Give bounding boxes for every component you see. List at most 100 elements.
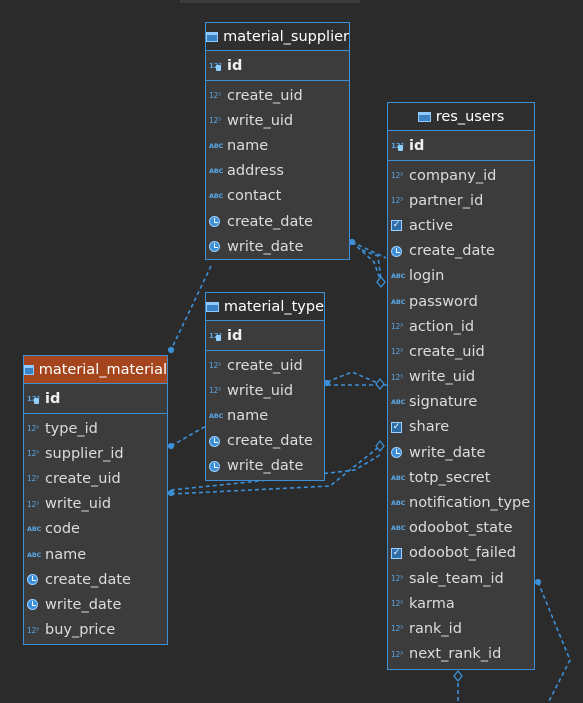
column-row[interactable]: 12³ partner_id xyxy=(388,188,534,213)
column-row[interactable]: create_date xyxy=(388,239,534,264)
column-row[interactable]: 12³ write_uid xyxy=(388,365,534,390)
column-name: write_uid xyxy=(227,382,294,399)
table-header[interactable]: res_users xyxy=(388,103,534,131)
number-type-icon: 12³ xyxy=(209,116,221,126)
column-row[interactable]: 12³ write_uid xyxy=(24,492,167,517)
column-row[interactable]: 12³ create_uid xyxy=(24,466,167,491)
primary-key-row[interactable]: 12³ id xyxy=(206,321,324,351)
column-row[interactable]: ABC address xyxy=(206,159,349,184)
table-header[interactable]: material_supplier xyxy=(206,23,349,51)
text-type-icon: ABC xyxy=(27,525,42,534)
endpoint-diamond xyxy=(453,669,463,683)
column-row[interactable]: 12³ write_uid xyxy=(206,108,349,133)
material-type-table[interactable]: material_type 12³ id 12³ create_uid 12³ wri… xyxy=(205,292,325,481)
primary-key-row[interactable]: 12³ id xyxy=(388,131,534,161)
column-name: create_uid xyxy=(409,343,485,360)
column-row[interactable]: 12³ type_id xyxy=(24,416,167,441)
column-row[interactable]: 12³ supplier_id xyxy=(24,441,167,466)
key-icon: 12³ xyxy=(27,393,44,405)
checkbox-icon: ✓ xyxy=(391,421,402,433)
checkbox-icon: ✓ xyxy=(391,547,402,559)
material-material-table[interactable]: material_material 12³ id 12³ type_id 12³ su… xyxy=(23,355,168,645)
table-icon xyxy=(206,31,219,42)
column-row[interactable]: 12³ create_uid xyxy=(206,353,324,378)
column-name: write_date xyxy=(45,596,122,613)
column-row[interactable]: 12³ write_uid xyxy=(206,378,324,403)
number-type-icon: 12³ xyxy=(391,649,403,659)
column-row[interactable]: ✓ active xyxy=(388,213,534,238)
column-name: odoobot_failed xyxy=(409,545,517,562)
number-type-icon: 12³ xyxy=(391,574,403,584)
number-type-icon: 12³ xyxy=(391,171,403,181)
clock-icon xyxy=(209,435,220,447)
column-row[interactable]: ABC odoobot_state xyxy=(388,516,534,541)
column-row[interactable]: 12³ action_id xyxy=(388,314,534,339)
checkbox-icon: ✓ xyxy=(391,220,402,232)
column-row[interactable]: ABC totp_secret xyxy=(388,465,534,490)
column-row[interactable]: ABC code xyxy=(24,517,167,542)
text-type-icon: ABC xyxy=(209,411,224,420)
table-title: material_supplier xyxy=(223,28,349,45)
column-row[interactable]: ABC name xyxy=(206,403,324,428)
table-header[interactable]: material_type xyxy=(206,293,324,321)
column-name: create_uid xyxy=(45,470,121,487)
primary-key-row[interactable]: 12³ id xyxy=(206,51,349,81)
table-header-selected[interactable]: material_material xyxy=(24,356,167,384)
text-type-icon: ABC xyxy=(391,272,406,281)
number-type-icon: 12³ xyxy=(27,449,39,459)
number-type-icon: 12³ xyxy=(27,474,39,484)
column-row[interactable]: create_date xyxy=(24,567,167,592)
column-name: totp_secret xyxy=(409,469,491,486)
text-type-icon: ABC xyxy=(391,499,406,508)
primary-key-row[interactable]: 12³ id xyxy=(24,384,167,414)
column-row[interactable]: 12³ buy_price xyxy=(24,618,167,643)
key-icon: 12³ xyxy=(209,330,226,342)
column-row[interactable]: ABC notification_type xyxy=(388,490,534,515)
pk-label: id xyxy=(45,390,61,407)
column-name: write_date xyxy=(227,458,304,475)
column-name: create_date xyxy=(409,243,495,260)
column-row[interactable]: ABC signature xyxy=(388,390,534,415)
number-type-icon: 12³ xyxy=(391,347,403,357)
column-name: odoobot_state xyxy=(409,520,513,537)
column-row[interactable]: 12³ create_uid xyxy=(206,83,349,108)
column-row[interactable]: write_date xyxy=(388,440,534,465)
column-row[interactable]: write_date xyxy=(206,454,324,479)
column-name: name xyxy=(227,137,269,154)
column-row[interactable]: 12³ next_rank_id xyxy=(388,642,534,667)
column-row[interactable]: ABC login xyxy=(388,264,534,289)
column-row[interactable]: ✓ share xyxy=(388,415,534,440)
column-row[interactable]: create_date xyxy=(206,209,349,234)
column-name: write_date xyxy=(227,238,304,255)
column-row[interactable]: 12³ company_id xyxy=(388,163,534,188)
column-row[interactable]: 12³ create_uid xyxy=(388,339,534,364)
column-row[interactable]: ABC name xyxy=(24,542,167,567)
column-row[interactable]: write_date xyxy=(24,592,167,617)
column-row[interactable]: ✓ odoobot_failed xyxy=(388,541,534,566)
column-row[interactable]: ABC password xyxy=(388,289,534,314)
number-type-icon: 12³ xyxy=(391,624,403,634)
column-row[interactable]: write_date xyxy=(206,234,349,259)
pk-label: id xyxy=(227,57,243,74)
column-row[interactable]: create_date xyxy=(206,429,324,454)
number-type-icon: 12³ xyxy=(27,625,39,635)
column-name: create_uid xyxy=(227,357,303,374)
column-name: type_id xyxy=(45,420,98,437)
column-row[interactable]: 12³ rank_id xyxy=(388,616,534,641)
res-users-table[interactable]: res_users 12³ id 12³ company_id 12³ partner… xyxy=(387,102,535,670)
column-name: login xyxy=(409,268,445,285)
column-row[interactable]: ABC name xyxy=(206,133,349,158)
clock-icon xyxy=(209,460,220,472)
material-supplier-table[interactable]: material_supplier 12³ id 12³ create_uid 12… xyxy=(205,22,350,260)
column-name: write_uid xyxy=(409,369,476,386)
number-type-icon: 12³ xyxy=(27,499,39,509)
endpoint-dot xyxy=(167,442,175,450)
column-row[interactable]: 12³ sale_team_id xyxy=(388,566,534,591)
column-row[interactable]: 12³ karma xyxy=(388,591,534,616)
column-row[interactable]: ABC contact xyxy=(206,184,349,209)
column-name: buy_price xyxy=(45,622,116,639)
text-type-icon: ABC xyxy=(391,398,406,407)
column-list: 12³ company_id 12³ partner_id ✓ active create_… xyxy=(388,161,534,667)
table-icon xyxy=(24,364,34,375)
column-name: create_date xyxy=(227,213,313,230)
